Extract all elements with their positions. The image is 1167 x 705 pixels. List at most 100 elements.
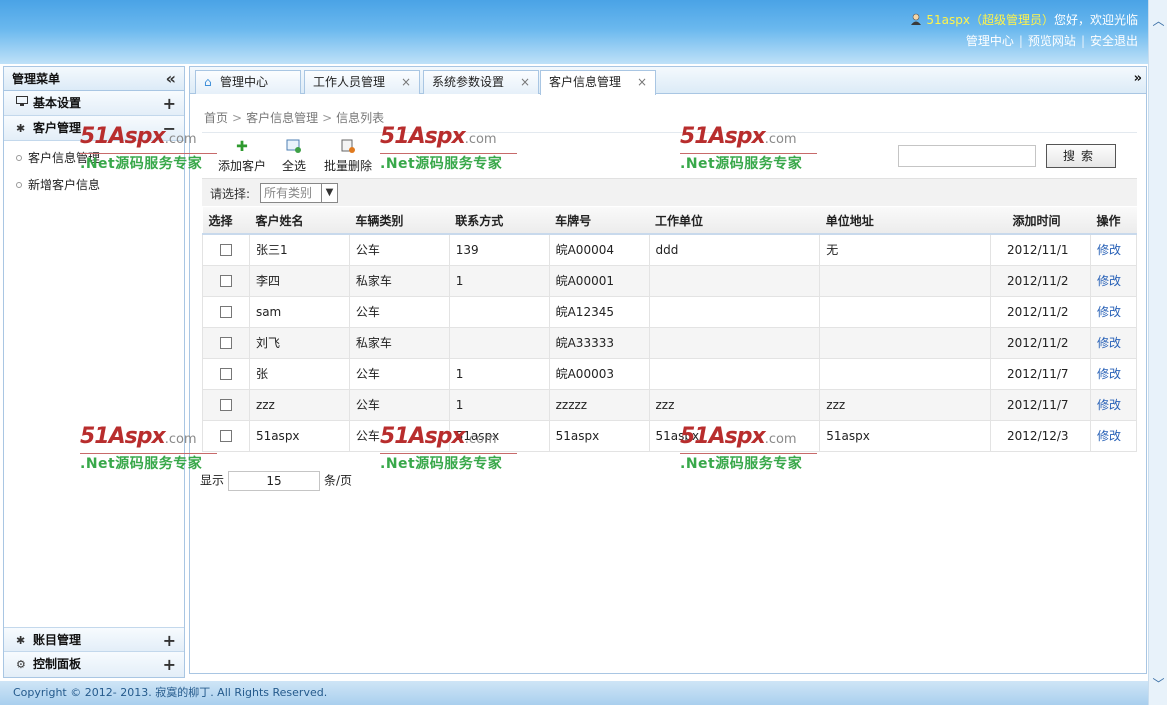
collapse-sidebar-icon[interactable]: « xyxy=(166,67,176,91)
cell-action-edit-link[interactable]: 修改 xyxy=(1089,264,1138,297)
cell-contact xyxy=(448,326,550,359)
table-row: 张三1 公车 139 皖A00004 ddd 无 2012/11/1 修改 xyxy=(202,233,1138,266)
cell-contact xyxy=(448,295,550,328)
close-icon[interactable]: × xyxy=(401,71,411,93)
tab-label: 工作人员管理 xyxy=(313,75,386,89)
cell-contact: 139 xyxy=(448,233,550,266)
cell-added-time: 2012/11/2 xyxy=(990,295,1091,328)
delete-icon xyxy=(324,139,372,155)
search-button[interactable]: 搜索 xyxy=(1046,144,1116,168)
cell-contact: 1 xyxy=(448,388,550,421)
cell-company: ddd xyxy=(648,233,821,266)
cell-company xyxy=(648,295,821,328)
cell-company: zzz xyxy=(648,388,821,421)
cell-plate: 皖A00004 xyxy=(548,233,650,266)
table-header-row: 选择 客户姓名 车辆类别 联系方式 车牌号 工作单位 单位地址 添加时间 操作 xyxy=(202,207,1137,235)
tab-customer-info[interactable]: 客户信息管理 × xyxy=(540,70,656,95)
cell-action-edit-link[interactable]: 修改 xyxy=(1089,233,1138,266)
sidebar-group-customer[interactable]: ✱ 客户管理 − xyxy=(4,116,184,141)
close-icon[interactable]: × xyxy=(637,71,647,93)
cell-address xyxy=(819,326,992,359)
sidebar-title: 管理菜单 « xyxy=(4,67,184,91)
cell-plate: 皖A00003 xyxy=(548,357,650,390)
cell-select xyxy=(202,233,250,266)
customer-table: 选择 客户姓名 车辆类别 联系方式 车牌号 工作单位 单位地址 添加时间 操作 … xyxy=(202,207,1138,452)
scroll-up-icon[interactable]: ︿ xyxy=(1149,12,1167,30)
cell-plate: 皖A00001 xyxy=(548,264,650,297)
cell-company xyxy=(648,357,821,390)
page-scrollbar[interactable]: ︿ ﹀ xyxy=(1148,0,1167,705)
pager-suffix: 条/页 xyxy=(324,473,353,488)
select-all-icon xyxy=(282,139,306,155)
category-select-value: 所有类别 xyxy=(264,186,313,200)
sidebar-group-account[interactable]: ✱ 账目管理 + xyxy=(4,627,184,652)
row-checkbox[interactable] xyxy=(219,337,232,349)
expand-icon[interactable]: + xyxy=(163,628,176,653)
sidebar-group-control[interactable]: ⚙ 控制面板 + xyxy=(4,652,184,677)
tab-admin-center[interactable]: ⌂ 管理中心 xyxy=(195,70,301,94)
cell-address: 无 xyxy=(819,233,992,266)
add-customer-button[interactable]: ✚ 添加客户 xyxy=(218,139,266,174)
cell-address: zzz xyxy=(819,388,992,421)
main-panel: ⌂ 管理中心 工作人员管理 × 系统参数设置 × 客户信息管理 × » 首页 > 客户… xyxy=(189,66,1147,674)
breadcrumb: 首页 > 客户信息管理 > 信息列表 xyxy=(204,109,384,126)
cell-action-edit-link[interactable]: 修改 xyxy=(1089,357,1138,390)
sidebar-item-customer-info[interactable]: 客户信息管理 xyxy=(16,149,184,176)
row-checkbox[interactable] xyxy=(219,399,232,411)
tab-staff[interactable]: 工作人员管理 × xyxy=(304,70,420,94)
user-icon xyxy=(910,13,922,25)
breadcrumb-home[interactable]: 首页 xyxy=(204,111,228,125)
cell-contact: 51aspx xyxy=(448,419,550,452)
top-header: 51aspx（超级管理员）您好，欢迎光临 管理中心 | 预览网站 | 安全退出 xyxy=(0,0,1148,64)
cell-action-edit-link[interactable]: 修改 xyxy=(1089,388,1138,421)
batch-delete-button[interactable]: 批量删除 xyxy=(324,139,372,174)
cell-vehicle-type: 私家车 xyxy=(348,326,450,359)
gear-icon: ✱ xyxy=(16,634,26,647)
user-role: （超级管理员） xyxy=(969,13,1054,27)
tab-menu-icon[interactable]: » xyxy=(1134,71,1142,86)
page-size-input[interactable]: 15 xyxy=(228,471,321,491)
row-checkbox[interactable] xyxy=(219,368,232,380)
search-input[interactable] xyxy=(898,145,1036,167)
monitor-icon xyxy=(16,91,30,116)
filter-label: 请选择: xyxy=(210,187,251,201)
category-select[interactable]: 所有类别 ▼ xyxy=(260,183,338,203)
sidebar-bottom-groups: ✱ 账目管理 + ⚙ 控制面板 + xyxy=(4,627,184,677)
logout-link[interactable]: 安全退出 xyxy=(1090,34,1138,48)
cell-vehicle-type: 公车 xyxy=(348,357,450,390)
row-checkbox[interactable] xyxy=(219,430,232,442)
tab-label: 客户信息管理 xyxy=(549,75,622,89)
row-checkbox[interactable] xyxy=(219,306,232,318)
breadcrumb-customer[interactable]: 客户信息管理 xyxy=(246,111,318,125)
scroll-down-icon[interactable]: ﹀ xyxy=(1149,675,1167,693)
sidebar-item-add-customer[interactable]: 新增客户信息 xyxy=(16,176,184,203)
admin-center-link[interactable]: 管理中心 xyxy=(966,34,1014,48)
cell-name: 张 xyxy=(248,357,350,390)
row-checkbox[interactable] xyxy=(219,244,232,257)
cell-plate: 51aspx xyxy=(548,419,650,452)
row-checkbox[interactable] xyxy=(219,275,232,287)
cell-address xyxy=(819,357,992,390)
cell-select xyxy=(202,388,250,421)
cell-plate: 皖A12345 xyxy=(548,295,650,328)
table-row: 李四 私家车 1 皖A00001 2012/11/2 修改 xyxy=(202,264,1138,297)
cell-company xyxy=(648,326,821,359)
close-icon[interactable]: × xyxy=(520,71,530,93)
sidebar-group-account-label: 账目管理 xyxy=(33,633,82,647)
cell-address: 51aspx xyxy=(819,419,992,452)
expand-icon[interactable]: + xyxy=(163,91,176,116)
cell-added-time: 2012/11/1 xyxy=(990,233,1091,266)
cell-added-time: 2012/11/2 xyxy=(990,326,1091,359)
sidebar-item-label: 新增客户信息 xyxy=(28,178,101,192)
column-header-address: 单位地址 xyxy=(819,207,991,235)
expand-icon[interactable]: + xyxy=(163,652,176,677)
sidebar-group-basic[interactable]: 基本设置 + xyxy=(4,91,184,116)
cell-action-edit-link[interactable]: 修改 xyxy=(1089,419,1138,452)
cell-action-edit-link[interactable]: 修改 xyxy=(1089,295,1138,328)
select-all-button[interactable]: 全选 xyxy=(282,139,306,174)
cell-action-edit-link[interactable]: 修改 xyxy=(1089,326,1138,359)
preview-site-link[interactable]: 预览网站 xyxy=(1028,34,1076,48)
cell-vehicle-type: 公车 xyxy=(348,233,450,266)
collapse-icon[interactable]: − xyxy=(163,116,176,141)
tab-system-params[interactable]: 系统参数设置 × xyxy=(423,70,539,94)
